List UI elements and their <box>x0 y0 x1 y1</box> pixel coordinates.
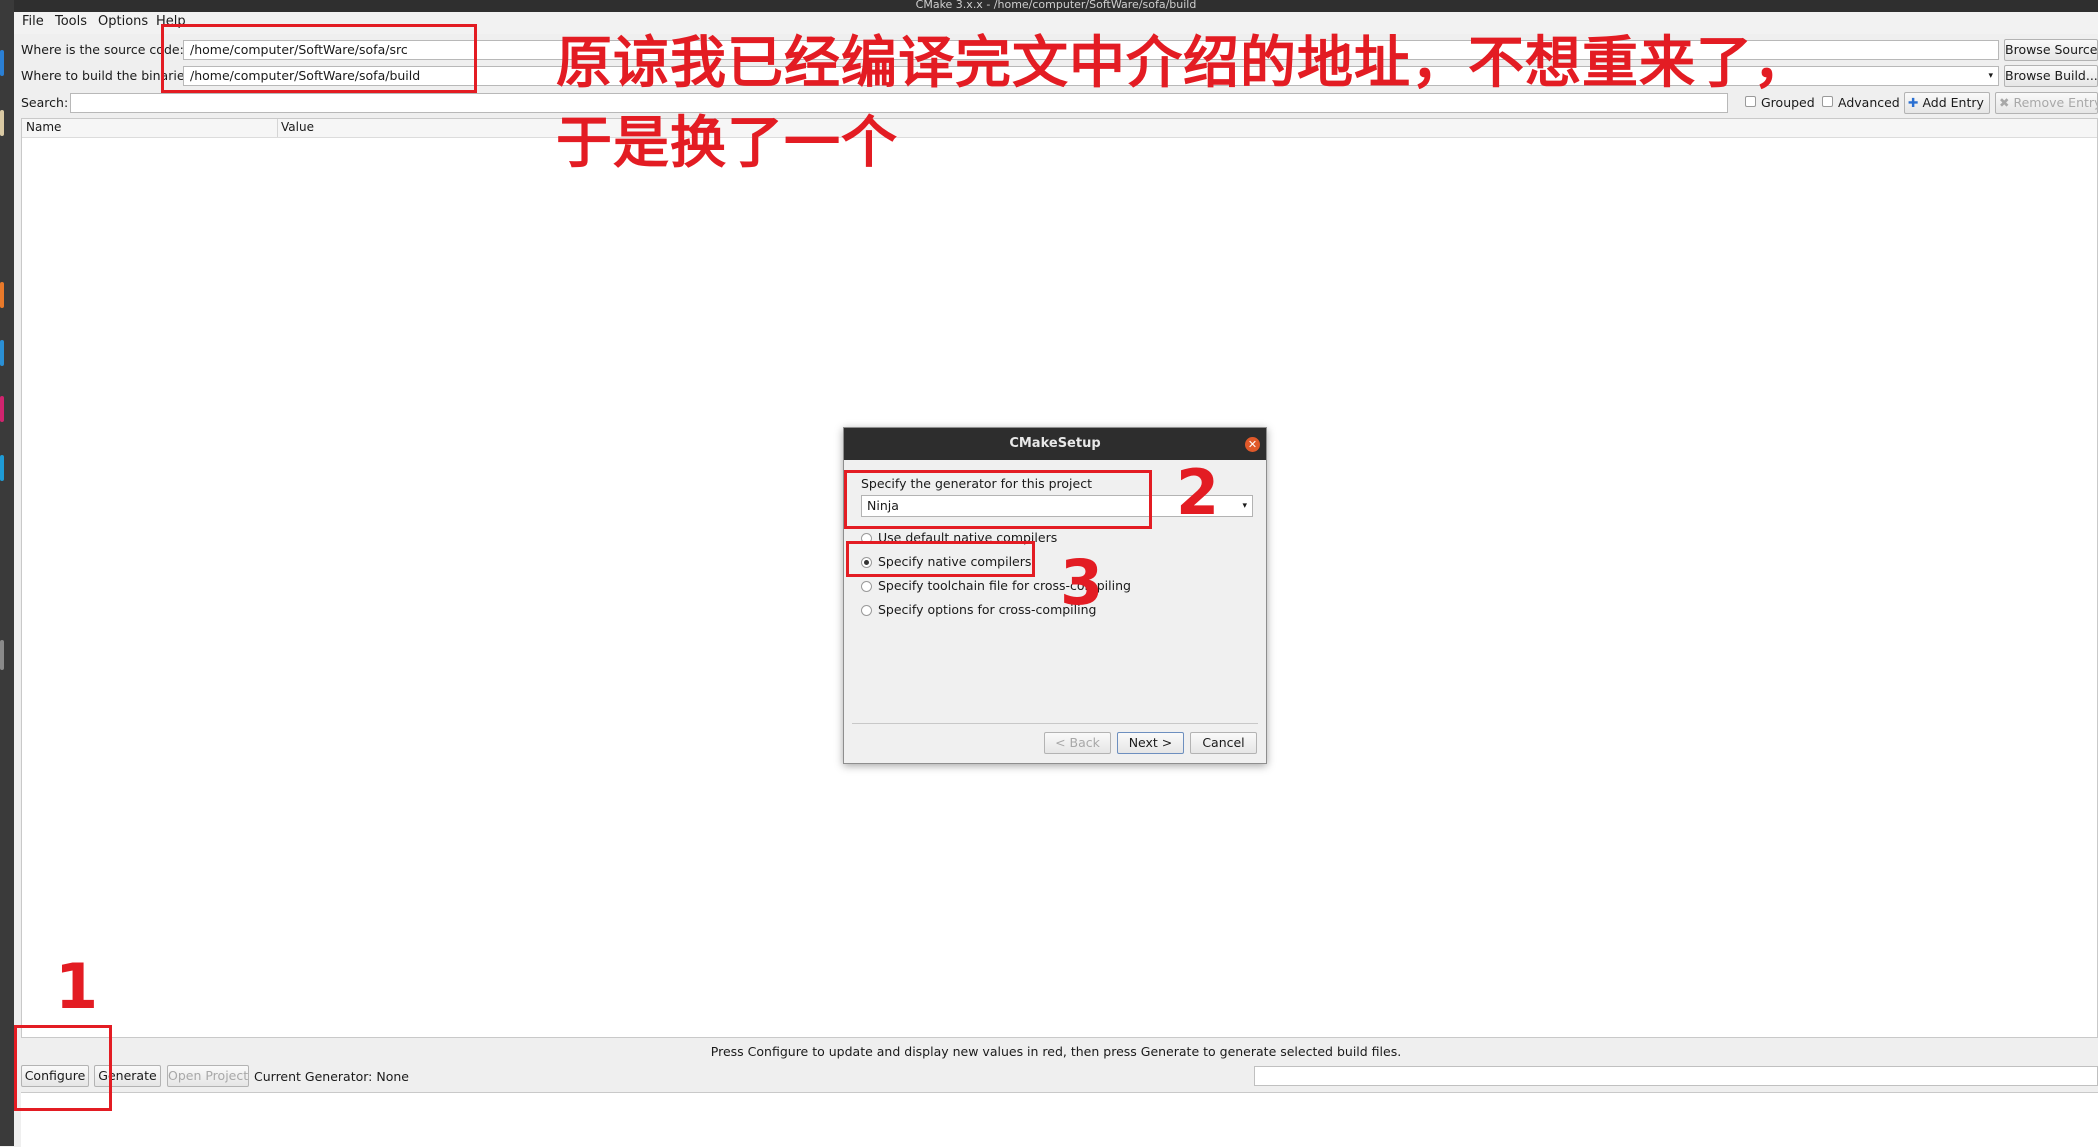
menu-tools[interactable]: Tools <box>55 14 87 29</box>
advanced-checkbox[interactable] <box>1822 96 1833 107</box>
remove-entry-label: Remove Entry <box>2013 95 2098 110</box>
close-icon[interactable]: ✕ <box>1245 437 1260 452</box>
advanced-label: Advanced <box>1838 95 1900 110</box>
dock-app-icon[interactable] <box>0 340 4 366</box>
annotation-box-native-compilers <box>846 541 1035 577</box>
current-generator-label: Current Generator: None <box>254 1069 409 1084</box>
column-value-header[interactable]: Value <box>281 120 314 134</box>
cancel-button[interactable]: Cancel <box>1190 732 1257 754</box>
menu-options[interactable]: Options <box>98 14 148 29</box>
annotation-text-line1: 原谅我已经编译完文中介绍的地址，不想重来了， <box>556 31 1810 96</box>
annotation-box-configure <box>14 1025 112 1111</box>
column-name-header[interactable]: Name <box>26 120 61 134</box>
browse-build-button[interactable]: Browse Build... <box>2004 65 2098 87</box>
add-entry-button[interactable]: ✚ Add Entry <box>1904 92 1990 114</box>
dock-app-icon[interactable] <box>0 455 4 481</box>
table-header: Name Value <box>22 119 2097 138</box>
plus-icon: ✚ <box>1908 95 1919 110</box>
radio-cross-compiling-options[interactable] <box>861 605 872 616</box>
annotation-step-2: 2 <box>1176 456 1220 529</box>
source-label: Where is the source code: <box>21 42 184 57</box>
dock-app-icon[interactable] <box>0 396 4 422</box>
ubuntu-dock <box>0 0 14 1146</box>
annotation-step-1: 1 <box>55 950 99 1023</box>
window-title: CMake 3.x.x - /home/computer/SoftWare/so… <box>14 0 2098 12</box>
annotation-box-generator <box>844 470 1152 529</box>
annotation-text-line2: 于是换了一个 <box>556 111 898 176</box>
dock-app-icon[interactable] <box>0 282 4 308</box>
dock-app-icon[interactable] <box>0 50 4 76</box>
status-message: Press Configure to update and display ne… <box>710 1044 1402 1059</box>
search-label: Search: <box>21 95 69 110</box>
annotation-box-paths <box>161 24 477 93</box>
chevron-down-icon: ▾ <box>1242 501 1247 511</box>
back-button[interactable]: < Back <box>1044 732 1111 754</box>
menu-file[interactable]: File <box>22 14 44 29</box>
dock-app-icon[interactable] <box>0 640 4 670</box>
open-project-button[interactable]: Open Project <box>167 1065 249 1087</box>
browse-source-button[interactable]: Browse Source... <box>2004 39 2098 61</box>
remove-entry-button[interactable]: ✖ Remove Entry <box>1995 92 2098 114</box>
progress-bar <box>1254 1066 2098 1086</box>
add-entry-label: Add Entry <box>1922 95 1984 110</box>
chevron-down-icon[interactable]: ▾ <box>1988 67 1993 85</box>
radio-toolchain-file[interactable] <box>861 581 872 592</box>
dock-app-icon[interactable] <box>0 110 4 136</box>
output-log[interactable] <box>21 1092 2098 1147</box>
remove-icon: ✖ <box>1999 95 2010 110</box>
annotation-step-3: 3 <box>1060 546 1104 619</box>
next-button[interactable]: Next > <box>1117 732 1184 754</box>
